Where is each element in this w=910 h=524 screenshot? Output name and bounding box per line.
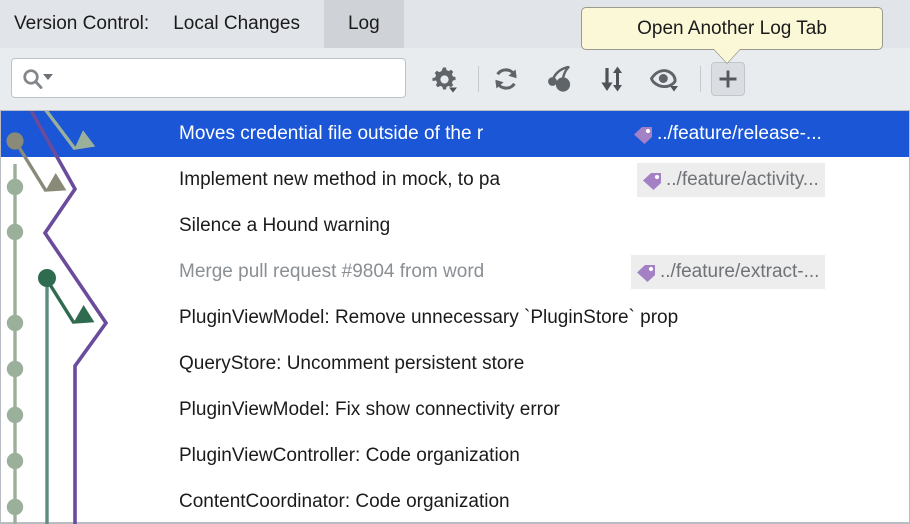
commit-subject: PluginViewModel: Fix show connectivity e… — [179, 399, 560, 420]
tooltip: Open Another Log Tab — [581, 7, 883, 50]
commit-rows: Moves credential file outside of the r .… — [1, 111, 909, 524]
branch-ref-chip[interactable]: ../feature/activity... — [637, 163, 825, 197]
branch-ref-label: ../feature/activity... — [666, 169, 819, 190]
table-row[interactable]: Implement new method in mock, to pa ../f… — [1, 157, 909, 203]
panel-title: Version Control: — [14, 13, 150, 34]
search-input[interactable] — [58, 59, 402, 99]
commit-log-list[interactable]: Moves credential file outside of the r .… — [0, 110, 910, 524]
refresh-button[interactable] — [489, 62, 523, 96]
tag-icon — [637, 265, 655, 282]
search-field[interactable] — [11, 58, 406, 99]
tab-local-changes[interactable]: Local Changes — [149, 0, 324, 48]
table-row[interactable]: Merge pull request #9804 from word ../fe… — [1, 249, 909, 295]
table-row[interactable]: PluginViewModel: Remove unnecessary `Plu… — [1, 295, 909, 341]
toolbar-separator — [478, 66, 479, 92]
tooltip-text: Open Another Log Tab — [637, 17, 827, 39]
tag-icon — [634, 127, 652, 144]
commit-subject: PluginViewModel: Remove unnecessary `Plu… — [179, 307, 679, 328]
commit-subject: Silence a Hound warning — [179, 215, 391, 236]
log-toolbar — [0, 48, 910, 110]
tag-icon — [643, 173, 661, 190]
commit-subject: PluginViewController: Code organization — [179, 445, 520, 466]
table-row[interactable]: QueryStore: Uncomment persistent store — [1, 341, 909, 387]
cherry-pick-button[interactable] — [542, 62, 576, 96]
table-row[interactable]: PluginViewController: Code organization — [1, 433, 909, 479]
commit-subject: ContentCoordinator: Code organization — [179, 491, 510, 512]
table-row[interactable]: Silence a Hound warning — [1, 203, 909, 249]
sort-button[interactable] — [595, 62, 629, 96]
branch-ref-chip[interactable]: ../feature/extract-... — [631, 255, 826, 289]
toolbar-separator-2 — [700, 66, 701, 92]
tooltip-arrow — [714, 49, 740, 63]
show-details-button[interactable] — [648, 62, 682, 96]
branch-ref-label: ../feature/release-... — [657, 123, 822, 144]
commit-subject: Merge pull request #9804 from word — [179, 261, 485, 282]
commit-subject: Moves credential file outside of the r — [179, 123, 484, 144]
branch-ref-label: ../feature/extract-... — [660, 261, 820, 282]
commit-subject: Implement new method in mock, to pa — [179, 169, 501, 190]
branch-ref-chip[interactable]: ../feature/release-... — [628, 117, 828, 151]
tab-log[interactable]: Log — [323, 0, 404, 48]
table-row[interactable]: Moves credential file outside of the r .… — [1, 111, 909, 157]
commit-subject: QueryStore: Uncomment persistent store — [179, 353, 525, 374]
table-row[interactable]: ContentCoordinator: Code organization — [1, 479, 909, 524]
open-another-log-tab-button[interactable] — [711, 62, 745, 96]
table-row[interactable]: PluginViewModel: Fix show connectivity e… — [1, 387, 909, 433]
settings-button[interactable] — [427, 62, 461, 96]
search-icon[interactable] — [21, 68, 55, 90]
version-control-log-panel: Version Control: Local Changes Log Moves… — [0, 0, 910, 524]
